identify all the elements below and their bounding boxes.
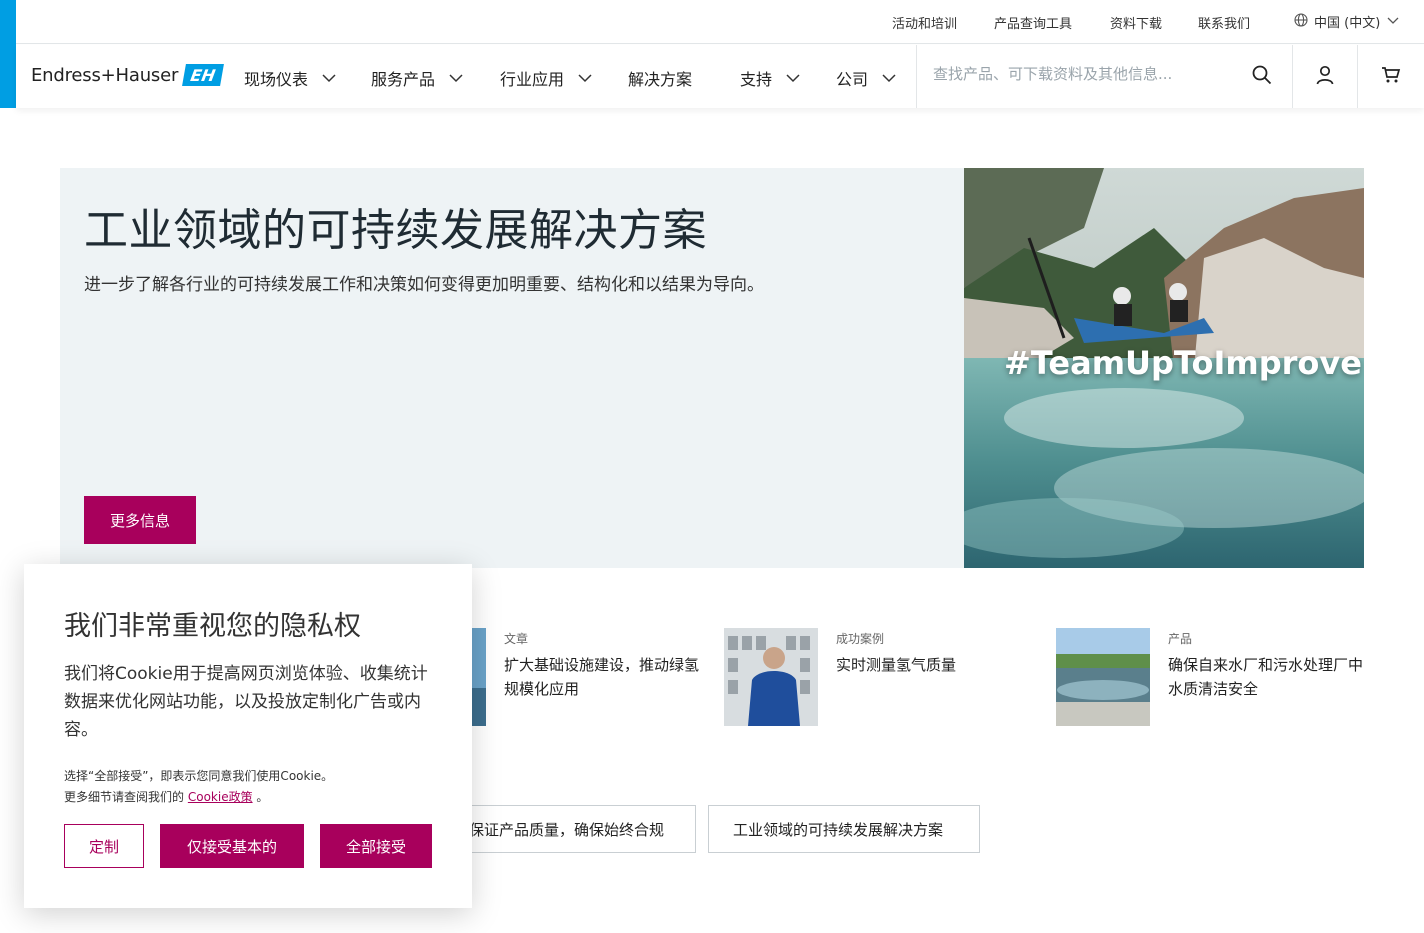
chevron-down-icon <box>449 73 463 83</box>
cookie-policy-link[interactable]: Cookie政策 <box>188 790 253 804</box>
nav-item-instruments[interactable]: 现场仪表 <box>244 66 336 90</box>
card-title[interactable]: 确保自来水厂和污水处理厂中水质清洁安全 <box>1168 653 1368 701</box>
chevron-down-icon <box>322 73 336 83</box>
cookie-note-prefix: 更多细节请查阅我们的 <box>64 790 185 804</box>
card-title[interactable]: 扩大基础设施建设，推动绿氢规模化应用 <box>504 653 704 701</box>
nav-item-solutions[interactable]: 解决方案 <box>628 66 692 90</box>
card-category: 文章 <box>504 632 529 646</box>
language-label: 中国 (中文) <box>1314 16 1381 31</box>
card-category: 成功案例 <box>836 632 885 646</box>
user-icon <box>1315 65 1335 89</box>
logo[interactable]: Endress+Hauser EH <box>31 64 225 86</box>
chevron-down-icon <box>1386 14 1400 29</box>
more-info-button[interactable]: 更多信息 <box>84 496 196 544</box>
teaser-card[interactable]: 成功案例 实时测量氢气质量 <box>724 628 1036 726</box>
teaser-card[interactable]: 产品 确保自来水厂和污水处理厂中水质清洁安全 <box>1056 628 1368 726</box>
brand-accent-stripe <box>0 0 16 108</box>
search-box <box>916 45 1293 108</box>
chevron-down-icon <box>578 73 592 83</box>
logo-wordmark: Endress+Hauser <box>31 64 179 86</box>
card-title[interactable]: 实时测量氢气质量 <box>836 653 1036 677</box>
nav-item-industries[interactable]: 行业应用 <box>500 66 592 90</box>
nav-item-label: 解决方案 <box>628 70 693 89</box>
nav-item-label: 公司 <box>836 70 869 89</box>
hero-image-hashtag: #TeamUpToImprove <box>1004 344 1362 382</box>
card-category: 产品 <box>1168 632 1193 646</box>
cart-icon <box>1381 66 1401 88</box>
accept-essential-button[interactable]: 仅接受基本的 <box>160 824 304 868</box>
cookie-consent-dialog: 我们非常重视您的隐私权 我们将Cookie用于提高网页浏览体验、收集统计数据来优… <box>24 564 472 908</box>
chevron-down-icon <box>882 73 896 83</box>
nav-item-company[interactable]: 公司 <box>836 66 896 90</box>
language-selector[interactable]: 中国 (中文) <box>1294 12 1400 31</box>
nav-item-support[interactable]: 支持 <box>740 66 800 90</box>
search-input[interactable] <box>933 65 1233 83</box>
cookie-note-line1: 选择“全部接受”，即表示您同意我们使用Cookie。 <box>64 769 334 783</box>
utility-bar: 活动和培训 产品查询工具 资料下载 联系我们 中国 (中文) <box>16 0 1424 44</box>
account-button[interactable] <box>1293 45 1358 108</box>
card-thumbnail <box>1056 628 1150 726</box>
globe-icon <box>1294 12 1308 31</box>
nav-item-services[interactable]: 服务产品 <box>371 66 463 90</box>
card-thumbnail <box>724 628 818 726</box>
cookie-note: 选择“全部接受”，即表示您同意我们使用Cookie。 更多细节请查阅我们的 Co… <box>64 766 444 808</box>
util-link-events[interactable]: 活动和培训 <box>892 13 957 32</box>
main-navigation: Endress+Hauser EH 现场仪表 服务产品 行业应用 解决方案 支持… <box>16 45 1424 108</box>
nav-item-label: 现场仪表 <box>244 70 309 89</box>
cookie-note-suffix: 。 <box>256 790 269 804</box>
hero-subtitle: 进一步了解各行业的可持续发展工作和决策如何变得更加明重要、结构化和以结果为导向。 <box>84 275 764 295</box>
chevron-down-icon <box>786 73 800 83</box>
tag-button-sustainability[interactable]: 工业领域的可持续发展解决方案 <box>708 805 980 853</box>
logo-mark: EH <box>182 64 225 86</box>
util-link-product-tools[interactable]: 产品查询工具 <box>994 13 1072 32</box>
nav-item-label: 行业应用 <box>500 70 565 89</box>
accept-all-button[interactable]: 全部接受 <box>320 824 432 868</box>
nav-item-label: 服务产品 <box>371 70 436 89</box>
hero-image-kayakers: #TeamUpToImprove <box>964 168 1364 568</box>
nav-item-label: 支持 <box>740 70 773 89</box>
cart-button[interactable] <box>1358 45 1423 108</box>
customize-button[interactable]: 定制 <box>64 824 144 868</box>
hero-banner: 工业领域的可持续发展解决方案 进一步了解各行业的可持续发展工作和决策如何变得更加… <box>60 168 1364 568</box>
util-link-downloads[interactable]: 资料下载 <box>1110 13 1162 32</box>
cookie-description: 我们将Cookie用于提高网页浏览体验、收集统计数据来优化网站功能，以及投放定制… <box>64 664 428 740</box>
cookie-title: 我们非常重视您的隐私权 <box>64 611 361 642</box>
util-link-contact[interactable]: 联系我们 <box>1198 13 1250 32</box>
search-icon[interactable] <box>1252 65 1272 89</box>
hero-title: 工业领域的可持续发展解决方案 <box>84 205 707 256</box>
cookie-note-line2: 更多细节请查阅我们的 Cookie政策 。 <box>64 787 444 808</box>
